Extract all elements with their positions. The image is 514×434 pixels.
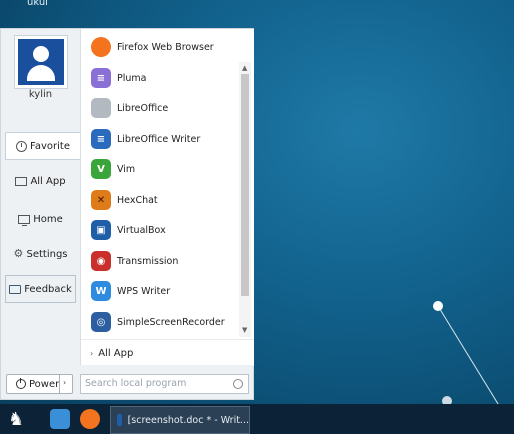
sidebar-item-label: Home bbox=[33, 213, 63, 225]
app-name: Vim bbox=[117, 163, 136, 175]
firefox-icon bbox=[91, 37, 111, 57]
taskbar-window-label: [screenshot.doc * - Writ... bbox=[127, 414, 249, 426]
app-list-scrollbar[interactable]: ▲ ▼ bbox=[239, 62, 251, 337]
list-item[interactable]: ▣ VirtualBox bbox=[81, 215, 241, 245]
app-name: Transmission bbox=[117, 255, 179, 267]
screen-recorder-icon: ◎ bbox=[91, 312, 111, 332]
list-item[interactable]: ✕ HexChat bbox=[81, 185, 241, 215]
document-icon bbox=[117, 414, 122, 426]
start-menu-icon[interactable]: ♞ bbox=[8, 408, 34, 432]
libreoffice-icon bbox=[91, 98, 111, 118]
virtualbox-icon: ▣ bbox=[91, 220, 111, 240]
power-icon bbox=[16, 378, 26, 389]
sidebar-item-feedback[interactable]: Feedback bbox=[5, 275, 76, 303]
list-item[interactable]: ≡ LibreOffice Writer bbox=[81, 124, 241, 154]
app-name: VirtualBox bbox=[117, 224, 166, 236]
grid-icon bbox=[15, 176, 28, 186]
list-item[interactable]: ◎ SimpleScreenRecorder bbox=[81, 307, 241, 337]
scroll-thumb[interactable] bbox=[241, 74, 249, 296]
monitor-icon bbox=[18, 214, 31, 226]
wps-writer-icon: W bbox=[91, 281, 111, 301]
sidebar-item-label: Settings bbox=[26, 248, 68, 260]
power-label: Power bbox=[29, 378, 60, 390]
search-icon bbox=[233, 379, 243, 389]
taskbar-window-button[interactable]: [screenshot.doc * - Writ... bbox=[110, 406, 250, 434]
sidebar-item-label: Favorite bbox=[30, 140, 70, 152]
firefox-icon[interactable] bbox=[80, 409, 100, 429]
all-app-button[interactable]: › All App bbox=[80, 339, 254, 366]
sidebar-item-label: All App bbox=[30, 175, 66, 187]
gear-icon: ⚙ bbox=[13, 247, 24, 260]
power-button[interactable]: Power › bbox=[6, 374, 73, 394]
app-list: Firefox Web Browser ≡ Pluma LibreOffice … bbox=[80, 29, 254, 339]
avatar[interactable] bbox=[14, 35, 68, 89]
app-name: HexChat bbox=[117, 194, 158, 206]
app-name: Firefox Web Browser bbox=[117, 41, 214, 53]
hexchat-icon: ✕ bbox=[91, 190, 111, 210]
user-icon bbox=[18, 39, 64, 85]
app-name: WPS Writer bbox=[117, 285, 171, 297]
app-name: SimpleScreenRecorder bbox=[117, 316, 225, 328]
sidebar-item-favorite[interactable]: Favorite bbox=[5, 132, 80, 160]
scroll-up-icon[interactable]: ▲ bbox=[242, 64, 247, 72]
scroll-down-icon[interactable]: ▼ bbox=[242, 326, 247, 334]
app-name: LibreOffice bbox=[117, 102, 169, 114]
clock-icon bbox=[16, 140, 28, 152]
app-name: Pluma bbox=[117, 72, 147, 84]
list-item[interactable]: V Vim bbox=[81, 154, 241, 184]
menu-bottom-bar: Power › Search local program bbox=[1, 365, 253, 399]
sidebar-item-home[interactable]: Home bbox=[5, 205, 76, 233]
list-item[interactable]: Firefox Web Browser bbox=[81, 32, 241, 62]
username: kylin bbox=[28, 89, 53, 100]
sidebar-item-all-app[interactable]: All App bbox=[5, 167, 76, 195]
taskbar: ♞ [screenshot.doc * - Writ... bbox=[0, 404, 514, 434]
sidebar-item-settings[interactable]: ⚙ Settings bbox=[5, 240, 76, 268]
list-item[interactable]: LibreOffice bbox=[81, 93, 241, 123]
sidebar-item-label: Feedback bbox=[24, 283, 72, 295]
chevron-right-icon[interactable]: › bbox=[63, 378, 66, 387]
transmission-icon: ◉ bbox=[91, 251, 111, 271]
chevron-right-icon: › bbox=[90, 348, 94, 358]
file-manager-icon[interactable] bbox=[50, 409, 70, 429]
pluma-icon: ≡ bbox=[91, 68, 111, 88]
menu-sidebar: kylin Favorite All App Home ⚙ Settings F… bbox=[1, 29, 80, 365]
chat-icon bbox=[9, 284, 22, 294]
all-app-label: All App bbox=[98, 347, 134, 359]
start-menu: kylin Favorite All App Home ⚙ Settings F… bbox=[0, 28, 254, 400]
list-item[interactable]: ◉ Transmission bbox=[81, 246, 241, 276]
list-item[interactable]: ≡ Pluma bbox=[81, 63, 241, 93]
search-placeholder: Search local program bbox=[85, 378, 187, 389]
libreoffice-writer-icon: ≡ bbox=[91, 129, 111, 149]
search-input[interactable]: Search local program bbox=[80, 374, 249, 394]
list-item[interactable]: W WPS Writer bbox=[81, 276, 241, 306]
app-name: LibreOffice Writer bbox=[117, 133, 201, 145]
vim-icon: V bbox=[91, 159, 111, 179]
